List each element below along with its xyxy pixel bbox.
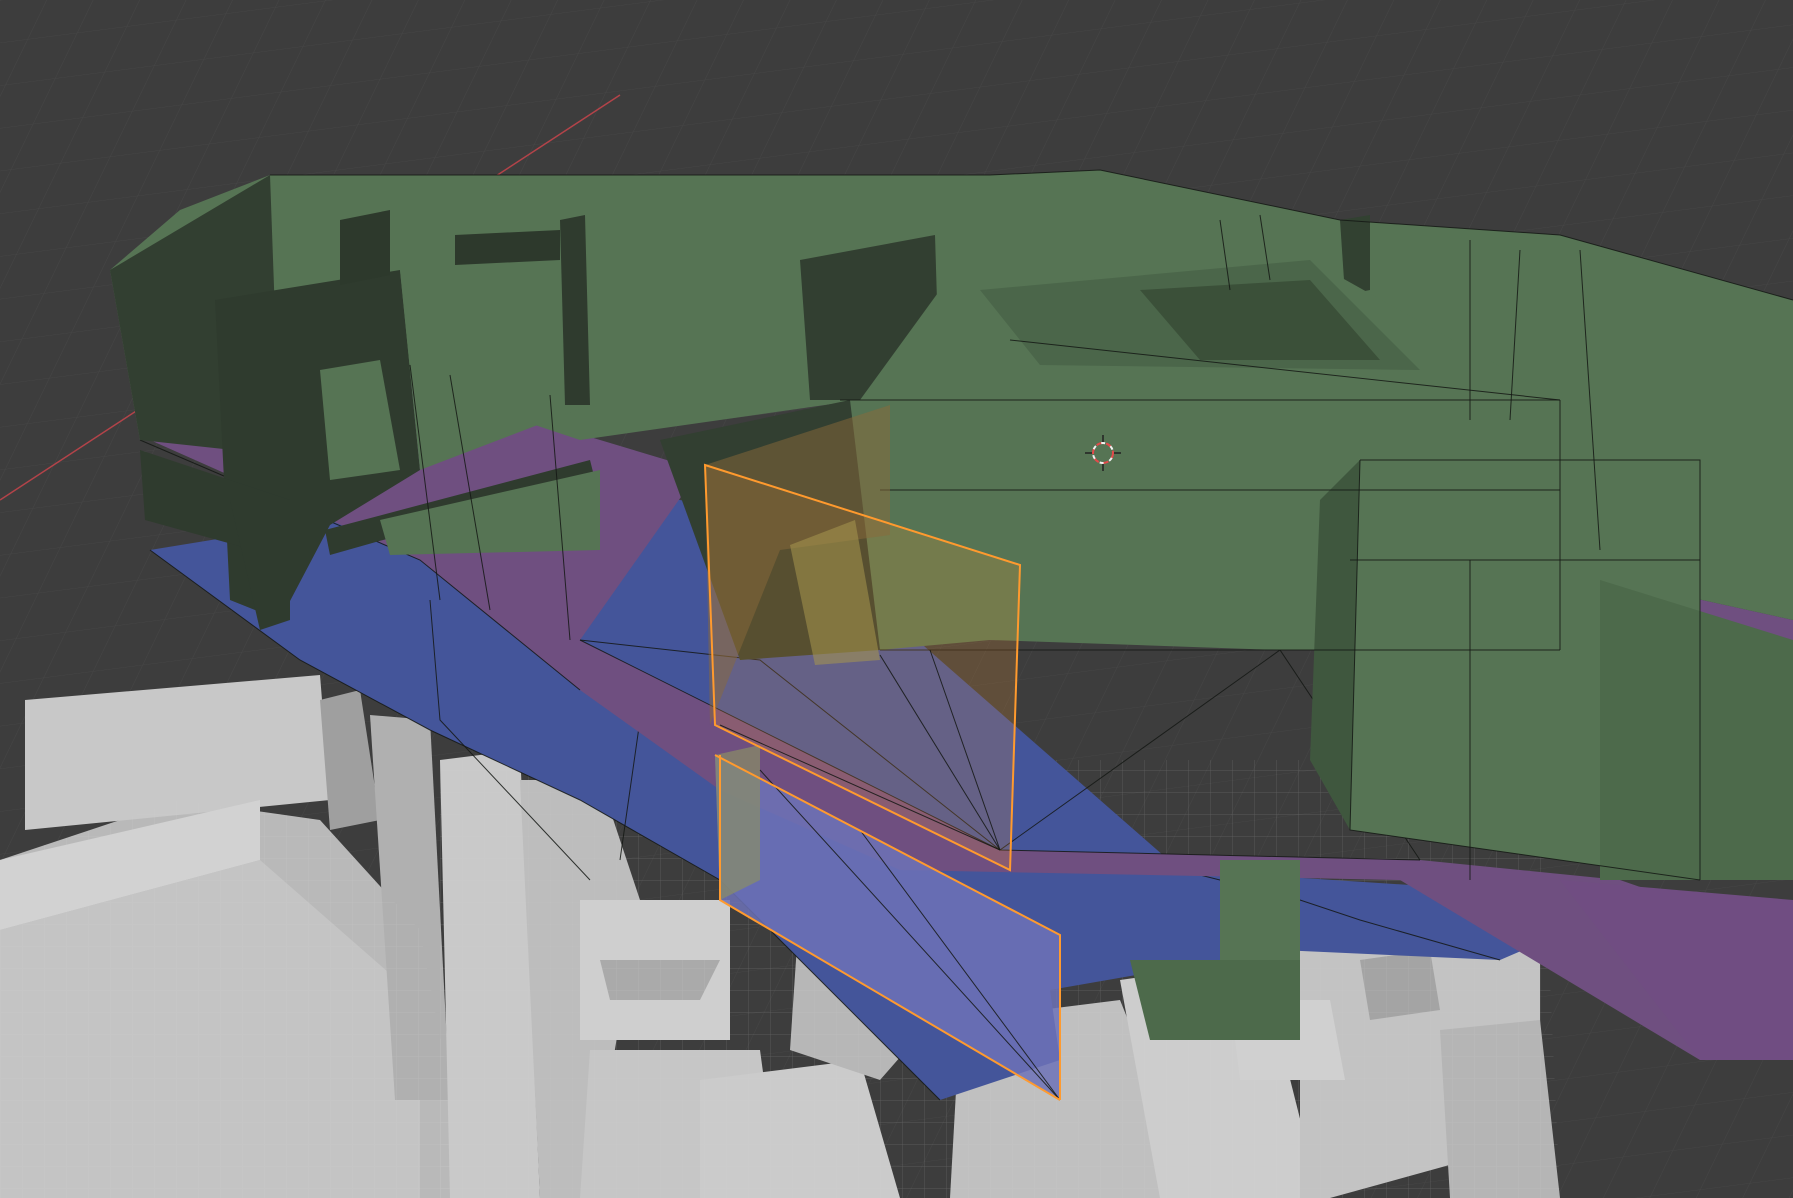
3d-viewport[interactable] — [0, 0, 1793, 1198]
viewport-scene[interactable] — [0, 0, 1793, 1198]
